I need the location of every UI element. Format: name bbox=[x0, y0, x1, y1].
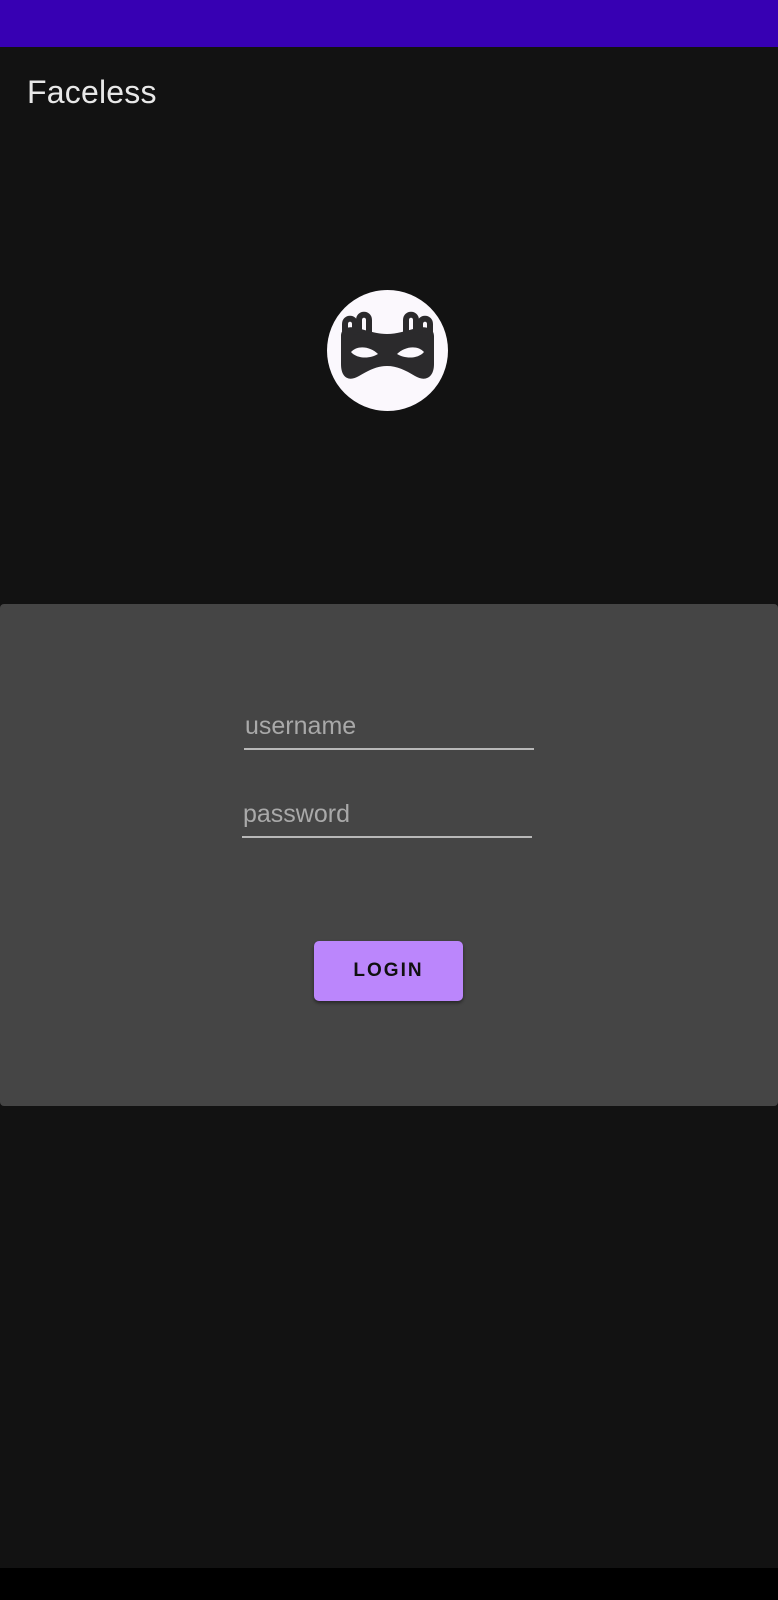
app-title: Faceless bbox=[27, 74, 157, 110]
username-field-container bbox=[244, 704, 534, 750]
mask-icon bbox=[341, 311, 434, 379]
login-card: LOGIN bbox=[0, 604, 778, 1106]
app-logo bbox=[327, 290, 448, 411]
navigation-bar bbox=[0, 1568, 778, 1600]
password-input[interactable] bbox=[242, 792, 532, 836]
username-input[interactable] bbox=[244, 704, 534, 748]
password-field-container bbox=[242, 792, 532, 838]
login-screen: Faceless LOGIN bbox=[0, 0, 778, 1600]
login-button[interactable]: LOGIN bbox=[314, 941, 463, 1001]
status-bar bbox=[0, 0, 778, 47]
